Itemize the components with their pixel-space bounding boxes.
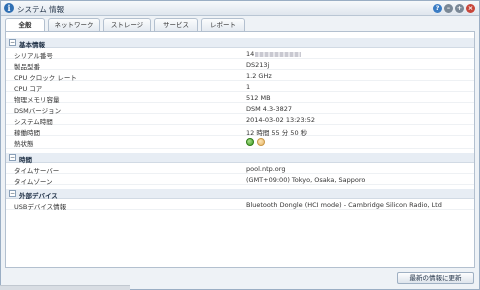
row-value: pool.ntp.org xyxy=(246,165,286,173)
collapse-toggle-icon[interactable]: − xyxy=(9,154,16,161)
row-label: システム時間 xyxy=(14,118,53,126)
row-label: 物理メモリ容量 xyxy=(14,96,60,104)
row-value: 14 xyxy=(246,50,302,58)
table-row: 熱状態 xyxy=(6,137,474,149)
serial-number-value: 14 xyxy=(246,50,255,58)
window-title: システム 情報 xyxy=(17,5,65,14)
status-warning-icon xyxy=(257,138,265,146)
system-info-window: i システム 情報 ? – + × 全般 ネットワーク ストレージ サービス レ… xyxy=(0,0,480,290)
row-label: タイムゾーン xyxy=(14,178,53,186)
row-label: CPU コア xyxy=(14,85,43,93)
tab-general[interactable]: 全般 xyxy=(5,18,45,32)
section-time-header[interactable]: − 時間 xyxy=(6,153,474,164)
table-row: CPU コア 1 xyxy=(6,82,474,93)
tab-network[interactable]: ネットワーク xyxy=(48,18,100,31)
row-label: USBデバイス情報 xyxy=(14,203,67,211)
row-label: CPU クロック レート xyxy=(14,74,77,82)
row-value: (GMT+09:00) Tokyo, Osaka, Sapporo xyxy=(246,176,366,184)
section-title: 外部デバイス xyxy=(19,192,58,200)
table-row: タイムサーバー pool.ntp.org xyxy=(6,164,474,175)
row-value: Bluetooth Dongle (HCI mode) - Cambridge … xyxy=(246,201,442,209)
row-label: DSMバージョン xyxy=(14,107,62,115)
refresh-button[interactable]: 最新の情報に更新 xyxy=(397,272,474,284)
table-row: DSMバージョン DSM 4.3-3827 xyxy=(6,104,474,115)
row-value: DS213j xyxy=(246,61,270,69)
row-label: 製品型番 xyxy=(14,63,40,71)
help-button[interactable]: ? xyxy=(433,4,442,13)
row-label: シリアル番号 xyxy=(14,52,53,60)
section-title: 基本情報 xyxy=(19,41,45,49)
table-row: 物理メモリ容量 512 MB xyxy=(6,93,474,104)
close-button[interactable]: × xyxy=(466,4,475,13)
row-value: 1.2 GHz xyxy=(246,72,272,80)
tab-storage[interactable]: ストレージ xyxy=(103,18,151,31)
row-value: DSM 4.3-3827 xyxy=(246,105,293,113)
section-title: 時間 xyxy=(19,156,32,164)
table-row: USBデバイス情報 Bluetooth Dongle (HCI mode) - … xyxy=(6,200,474,211)
table-row: システム時間 2014-03-02 13:23:52 xyxy=(6,115,474,126)
table-row: CPU クロック レート 1.2 GHz xyxy=(6,71,474,82)
row-label: タイムサーバー xyxy=(14,167,60,175)
status-bar xyxy=(0,285,130,290)
table-row: シリアル番号 14 xyxy=(6,49,474,60)
section-external-header[interactable]: − 外部デバイス xyxy=(6,189,474,200)
title-bar[interactable]: i システム 情報 ? – + × xyxy=(1,1,479,16)
collapse-toggle-icon[interactable]: − xyxy=(9,190,16,197)
row-value: 512 MB xyxy=(246,94,271,102)
row-label: 熱状態 xyxy=(14,140,34,148)
tab-services[interactable]: サービス xyxy=(154,18,198,31)
row-value: 1 xyxy=(246,83,251,91)
table-row: タイムゾーン (GMT+09:00) Tokyo, Osaka, Sapporo xyxy=(6,175,474,186)
row-label: 稼働時間 xyxy=(14,129,40,137)
table-row: 稼働時間 12 時間 55 分 50 秒 xyxy=(6,126,474,137)
row-value: 2014-03-02 13:23:52 xyxy=(246,116,316,124)
redacted-serial xyxy=(255,51,302,57)
status-normal-icon xyxy=(246,138,254,146)
row-value: 12 時間 55 分 50 秒 xyxy=(246,129,308,137)
tab-report[interactable]: レポート xyxy=(201,18,245,31)
table-row: 製品型番 DS213j xyxy=(6,60,474,71)
general-panel: − 基本情報 シリアル番号 14 製品型番 DS213j CPU クロック レー… xyxy=(5,31,475,268)
collapse-toggle-icon[interactable]: − xyxy=(9,39,16,46)
section-basic-header[interactable]: − 基本情報 xyxy=(6,38,474,49)
info-icon: i xyxy=(4,3,14,13)
maximize-button[interactable]: + xyxy=(455,4,464,13)
minimize-button[interactable]: – xyxy=(444,4,453,13)
